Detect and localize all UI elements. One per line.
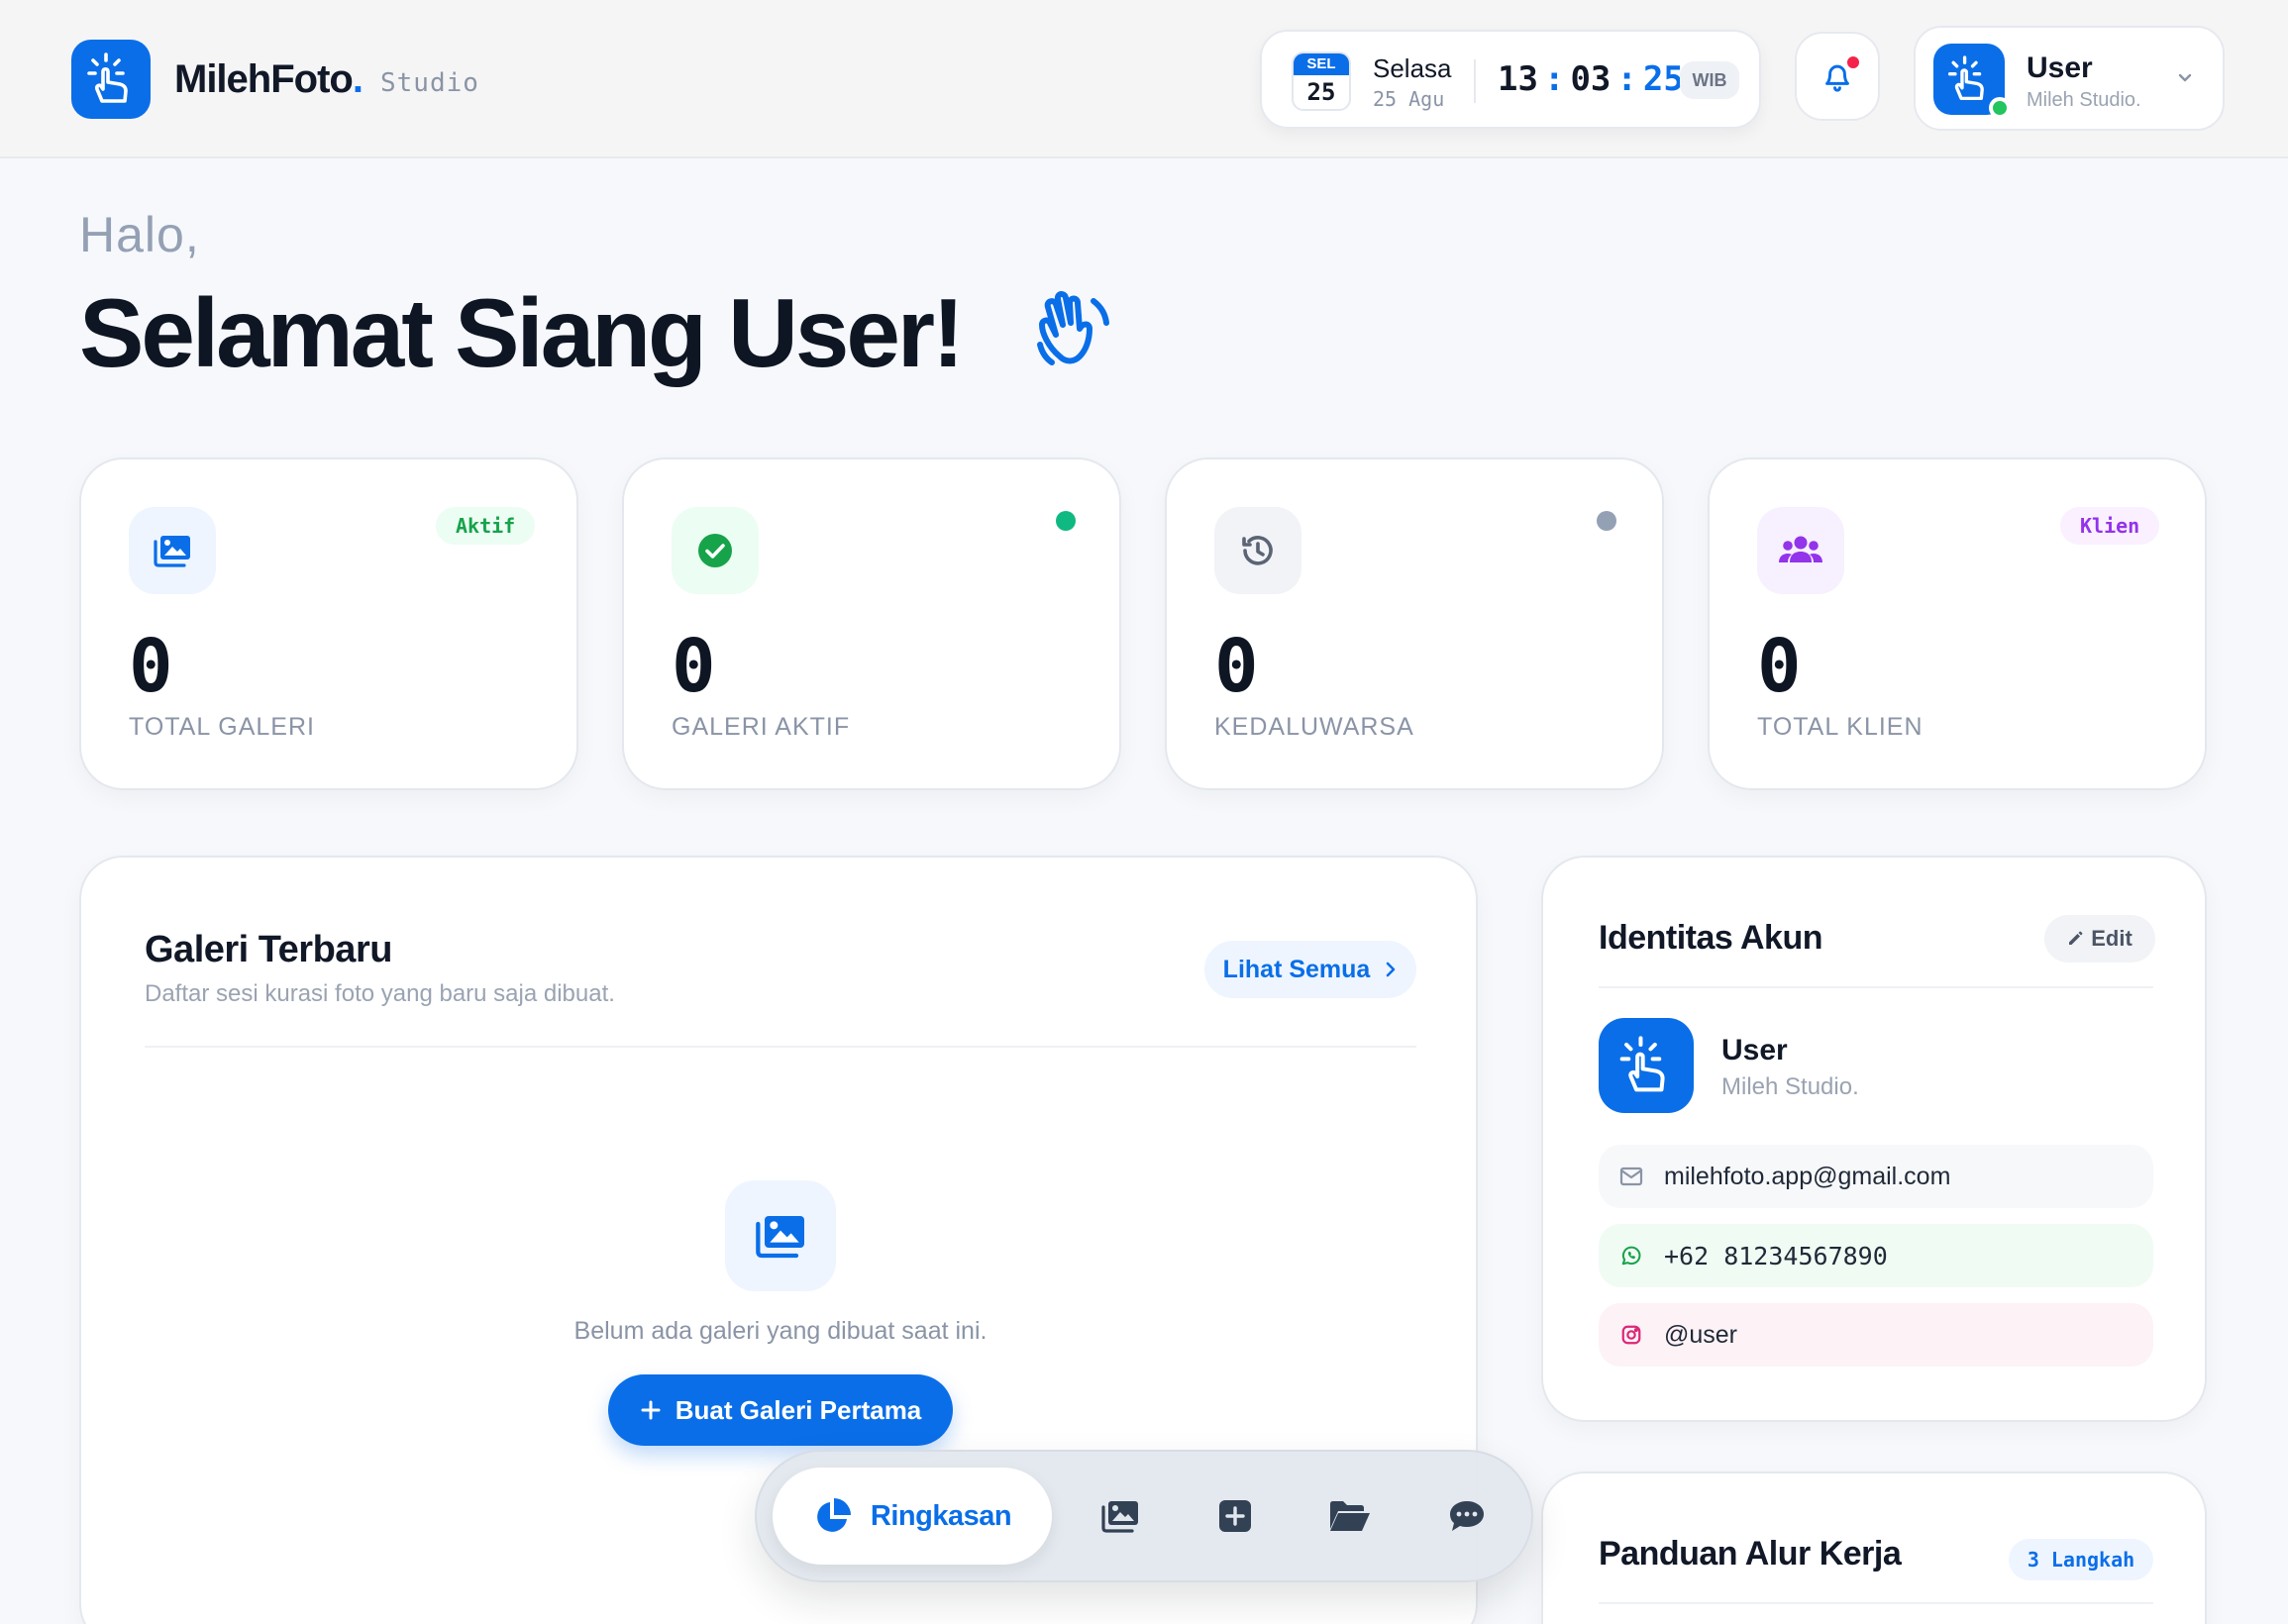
history-icon	[1214, 507, 1301, 594]
brand-logo-icon	[71, 40, 151, 119]
brand-name: MilehFoto.	[174, 56, 364, 101]
phone-text: +62 81234567890	[1664, 1241, 1888, 1270]
bottom-navigation: Ringkasan	[755, 1450, 1533, 1582]
clock-hours: 13	[1498, 59, 1538, 99]
section-title: Identitas Akun	[1599, 919, 1823, 957]
edit-label: Edit	[2091, 926, 2132, 951]
stat-card-total-galeri[interactable]: Aktif 0 TOTAL GALERI	[79, 457, 578, 790]
stat-label: KEDALUWARSA	[1214, 713, 1414, 741]
timezone-badge: WIB	[1680, 61, 1739, 99]
folder-open-icon	[1330, 1501, 1370, 1531]
create-button-label: Buat Galeri Pertama	[675, 1394, 922, 1425]
brand-subtitle: Studio	[379, 68, 479, 98]
nav-active-label: Ringkasan	[870, 1499, 1012, 1532]
nav-item-folders[interactable]	[1319, 1485, 1381, 1547]
images-icon	[1101, 1501, 1138, 1533]
chevron-down-icon	[2178, 73, 2192, 82]
steps-badge: 3 Langkah	[2009, 1539, 2153, 1580]
images-icon	[129, 507, 216, 594]
stat-label: TOTAL GALERI	[129, 713, 315, 741]
user-menu[interactable]: User Mileh Studio.	[1914, 26, 2225, 131]
date-time-widget: SEL 25 Selasa 25 Agu 13 : 03 : 25 WIB	[1260, 30, 1761, 129]
clock: 13 : 03 : 25	[1498, 59, 1684, 99]
images-icon	[725, 1180, 836, 1291]
account-name: User	[1721, 1034, 1788, 1066]
nav-item-ringkasan[interactable]: Ringkasan	[773, 1468, 1052, 1565]
top-header: MilehFoto. Studio SEL 25 Selasa 25 Agu 1…	[0, 0, 2288, 158]
stat-value: 0	[672, 624, 716, 709]
see-all-label: Lihat Semua	[1222, 955, 1371, 983]
divider	[1474, 59, 1476, 103]
stat-value: 0	[129, 624, 173, 709]
whatsapp-icon	[1621, 1246, 1641, 1266]
expired-status-dot	[1597, 511, 1616, 531]
divider	[145, 1046, 1416, 1048]
empty-state-text: Belum ada galeri yang dibuat saat ini.	[573, 1317, 988, 1345]
calendar-day: 25	[1306, 78, 1336, 106]
stat-label: GALERI AKTIF	[672, 713, 851, 741]
create-first-gallery-button[interactable]: Buat Galeri Pertama	[608, 1374, 953, 1446]
active-status-dot	[1056, 511, 1076, 531]
greeting-small: Halo,	[79, 207, 200, 262]
section-title: Panduan Alur Kerja	[1599, 1535, 1902, 1573]
user-subtitle: Mileh Studio.	[2027, 89, 2141, 111]
user-name: User	[2027, 51, 2093, 84]
waving-hand-icon	[1037, 291, 1109, 365]
instagram-row[interactable]: @user	[1599, 1303, 2153, 1367]
notification-dot	[1844, 53, 1862, 71]
instagram-icon	[1621, 1325, 1641, 1345]
instagram-text: @user	[1664, 1320, 1738, 1349]
edit-button[interactable]: Edit	[2044, 915, 2155, 963]
stat-value: 0	[1757, 624, 1802, 709]
calendar-icon: SEL 25	[1292, 51, 1351, 111]
nav-item-create[interactable]	[1204, 1485, 1266, 1547]
envelope-icon	[1619, 1167, 1643, 1186]
workflow-guide-panel: Panduan Alur Kerja 3 Langkah	[1541, 1472, 2207, 1624]
plus-square-icon	[1219, 1500, 1251, 1532]
stat-card-kedaluwarsa[interactable]: 0 KEDALUWARSA	[1165, 457, 1664, 790]
nav-item-messages[interactable]	[1436, 1485, 1498, 1547]
account-avatar	[1599, 1018, 1694, 1113]
stat-card-total-klien[interactable]: Klien 0 TOTAL KLIEN	[1708, 457, 2207, 790]
account-subtitle: Mileh Studio.	[1721, 1073, 1859, 1100]
clock-separator: :	[1543, 59, 1565, 99]
plus-icon	[641, 1400, 661, 1420]
chevron-right-icon	[1387, 962, 1396, 977]
day-date: 25 Agu	[1373, 87, 1445, 111]
nav-item-galeri[interactable]	[1090, 1485, 1151, 1547]
email-text: milehfoto.app@gmail.com	[1664, 1162, 1951, 1190]
account-identity-panel: Identitas Akun Edit User Mileh Studio. m…	[1541, 856, 2207, 1422]
stat-value: 0	[1214, 624, 1259, 709]
day-name: Selasa	[1373, 53, 1452, 83]
check-circle-icon	[672, 507, 759, 594]
greeting-title: Selamat Siang User!	[79, 278, 965, 387]
clock-minutes: 03	[1570, 59, 1612, 99]
pie-chart-icon	[817, 1498, 851, 1532]
pencil-icon	[2069, 931, 2083, 945]
chat-bubble-icon	[1450, 1501, 1484, 1531]
online-status-dot	[1989, 97, 2011, 119]
stat-badge: Klien	[2060, 507, 2160, 545]
section-title: Galeri Terbaru	[145, 929, 392, 970]
stat-card-galeri-aktif[interactable]: 0 GALERI AKTIF	[622, 457, 1121, 790]
stat-badge: Aktif	[436, 507, 536, 545]
divider	[1599, 1602, 2153, 1604]
brand[interactable]: MilehFoto. Studio	[71, 40, 479, 119]
stat-label: TOTAL KLIEN	[1757, 713, 1924, 741]
whatsapp-row[interactable]: +62 81234567890	[1599, 1224, 2153, 1287]
clock-seconds: 25	[1642, 59, 1684, 99]
email-row[interactable]: milehfoto.app@gmail.com	[1599, 1145, 2153, 1208]
calendar-abbr: SEL	[1294, 53, 1349, 75]
divider	[1599, 986, 2153, 988]
see-all-button[interactable]: Lihat Semua	[1204, 941, 1416, 998]
section-subtitle: Daftar sesi kurasi foto yang baru saja d…	[145, 980, 615, 1007]
clock-separator: :	[1616, 59, 1637, 99]
users-icon	[1757, 507, 1844, 594]
notification-button[interactable]	[1795, 32, 1880, 121]
